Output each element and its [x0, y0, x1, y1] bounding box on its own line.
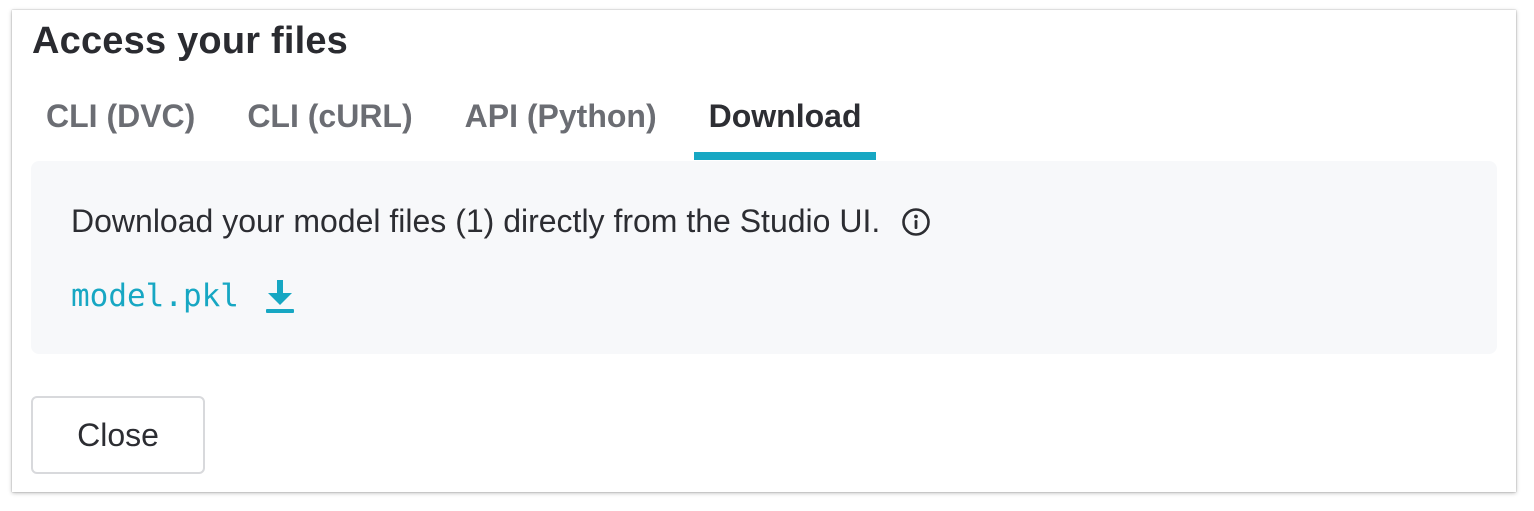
file-name[interactable]: model.pkl	[71, 278, 239, 314]
dialog-title: Access your files	[32, 20, 349, 62]
download-description-text: Download your model files (1) directly f…	[71, 203, 881, 239]
tab-cli-curl[interactable]: CLI (cURL)	[232, 90, 427, 160]
info-icon[interactable]	[900, 206, 932, 238]
close-button[interactable]: Close	[31, 396, 205, 474]
tab-api-python[interactable]: API (Python)	[450, 90, 672, 160]
download-panel: Download your model files (1) directly f…	[31, 161, 1497, 354]
download-description: Download your model files (1) directly f…	[71, 203, 932, 240]
access-files-dialog: Access your files CLI (DVC) CLI (cURL) A…	[12, 10, 1516, 492]
tab-cli-dvc[interactable]: CLI (DVC)	[31, 90, 210, 160]
tab-download[interactable]: Download	[693, 90, 877, 160]
download-icon[interactable]	[263, 276, 297, 316]
tab-bar: CLI (DVC) CLI (cURL) API (Python) Downlo…	[31, 90, 898, 160]
file-download-link[interactable]: model.pkl	[71, 276, 297, 316]
